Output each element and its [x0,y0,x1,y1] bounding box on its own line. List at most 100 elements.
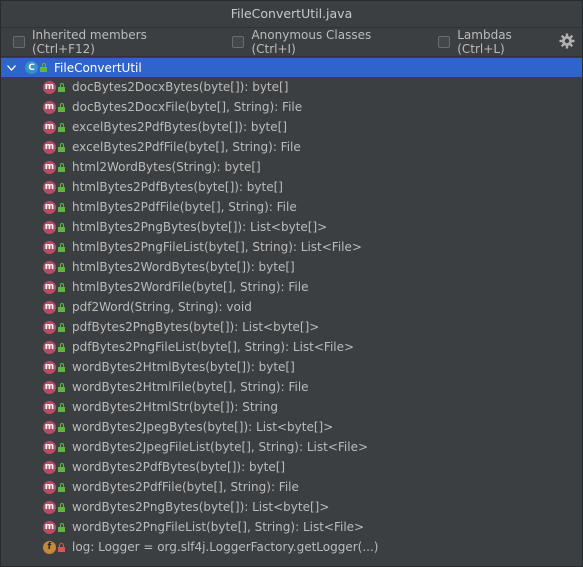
method-icon: m [43,80,56,94]
method-label: wordBytes2PngFileList(byte[], String): L… [72,520,365,534]
method-label: htmlBytes2PngBytes(byte[]): List<byte[]> [72,220,328,234]
root-class-label: FileConvertUtil [54,60,142,75]
lambdas-label: Lambdas (Ctrl+L) [457,28,512,56]
structure-tree: C FileConvertUtil m docBytes2DocxBytes(by… [1,57,582,557]
method-icon: m [43,500,56,514]
method-row[interactable]: m wordBytes2PdfBytes(byte[]): byte[] [1,457,582,477]
lock-closed-icon [58,542,65,552]
lock-open-icon [40,63,47,72]
method-label: docBytes2DocxFile(byte[], String): File [72,100,303,114]
lock-open-icon [58,502,65,512]
lock-open-icon [58,222,65,232]
method-label: htmlBytes2PdfFile(byte[], String): File [72,200,297,214]
file-structure-popup: FileConvertUtil.java Inherited members (… [0,0,583,567]
method-row[interactable]: m wordBytes2JpegFileList(byte[], String):… [1,437,582,457]
method-icon: m [43,440,56,454]
method-icon: m [43,120,56,134]
method-row[interactable]: m docBytes2DocxBytes(byte[]): byte[] [1,77,582,97]
method-row[interactable]: m htmlBytes2PdfBytes(byte[]): byte[] [1,177,582,197]
method-label: wordBytes2JpegBytes(byte[]): List<byte[]… [72,420,334,434]
anonymous-classes-option[interactable]: Anonymous Classes (Ctrl+I) [232,28,419,56]
method-icon: m [43,180,56,194]
class-icon: C [25,61,38,74]
method-label: htmlBytes2PdfBytes(byte[]): byte[] [72,180,283,194]
method-icon: m [43,480,56,494]
anonymous-classes-label: Anonymous Classes (Ctrl+I) [251,28,372,56]
method-label: htmlBytes2PngFileList(byte[], String): L… [72,240,362,254]
method-icon: m [43,240,56,254]
method-row[interactable]: m wordBytes2HtmlFile(byte[], String): Fil… [1,377,582,397]
gear-icon[interactable] [558,32,576,50]
chevron-down-icon[interactable] [7,64,19,71]
lock-open-icon [58,482,65,492]
method-row[interactable]: m htmlBytes2WordBytes(byte[]): byte[] [1,257,582,277]
method-row[interactable]: m wordBytes2PngFileList(byte[], String): … [1,517,582,537]
method-icon: m [43,260,56,274]
field-row[interactable]: f log: Logger = org.slf4j.LoggerFactory.g… [1,537,582,557]
method-icon: m [43,420,56,434]
method-row[interactable]: m excelBytes2PdfBytes(byte[]): byte[] [1,117,582,137]
method-icon: m [43,340,56,354]
method-label: wordBytes2PngBytes(byte[]): List<byte[]> [72,500,330,514]
tree-root-class[interactable]: C FileConvertUtil [1,58,582,77]
lock-open-icon [58,442,65,452]
method-row[interactable]: m excelBytes2PdfFile(byte[], String): Fil… [1,137,582,157]
lock-open-icon [58,522,65,532]
lock-open-icon [58,462,65,472]
method-label: wordBytes2HtmlStr(byte[]): String [72,400,279,414]
method-icon: m [43,140,56,154]
inherited-members-label: Inherited members (Ctrl+F12) [32,28,147,56]
method-row[interactable]: m wordBytes2PdfFile(byte[], String): File [1,477,582,497]
field-label: log: Logger = org.slf4j.LoggerFactory.ge… [72,540,379,554]
inherited-members-checkbox[interactable] [13,36,25,48]
inherited-members-option[interactable]: Inherited members (Ctrl+F12) [13,28,213,56]
lock-open-icon [58,422,65,432]
method-icon: m [43,320,56,334]
method-label: wordBytes2HtmlBytes(byte[]): byte[] [72,360,295,374]
method-row[interactable]: m wordBytes2HtmlBytes(byte[]): byte[] [1,357,582,377]
method-label: htmlBytes2WordFile(byte[], String): File [72,280,309,294]
method-row[interactable]: m wordBytes2HtmlStr(byte[]): String [1,397,582,417]
method-label: html2WordBytes(String): byte[] [72,160,261,174]
lock-open-icon [58,202,65,212]
lock-open-icon [58,242,65,252]
method-icon: m [43,200,56,214]
method-row[interactable]: m pdfBytes2PngBytes(byte[]): List<byte[]> [1,317,582,337]
lock-open-icon [58,282,65,292]
lock-open-icon [58,162,65,172]
method-label: wordBytes2PdfBytes(byte[]): byte[] [72,460,286,474]
options-bar: Inherited members (Ctrl+F12) Anonymous C… [1,28,582,57]
lock-open-icon [58,262,65,272]
method-icon: m [43,300,56,314]
method-label: pdf2Word(String, String): void [72,300,252,314]
anonymous-classes-checkbox[interactable] [232,36,245,48]
method-label: wordBytes2HtmlFile(byte[], String): File [72,380,309,394]
lambdas-checkbox[interactable] [438,36,451,48]
lambdas-option[interactable]: Lambdas (Ctrl+L) [438,28,563,56]
method-icon: m [43,280,56,294]
lock-open-icon [58,362,65,372]
method-icon: m [43,400,56,414]
method-icon: m [43,380,56,394]
lock-open-icon [58,382,65,392]
method-label: excelBytes2PdfBytes(byte[]): byte[] [72,120,287,134]
method-icon: m [43,520,56,534]
method-row[interactable]: m htmlBytes2PngFileList(byte[], String): … [1,237,582,257]
member-list: m docBytes2DocxBytes(byte[]): byte[] m docB… [1,77,582,557]
method-icon: m [43,360,56,374]
method-label: excelBytes2PdfFile(byte[], String): File [72,140,301,154]
method-row[interactable]: m htmlBytes2PdfFile(byte[], String): File [1,197,582,217]
method-row[interactable]: m pdf2Word(String, String): void [1,297,582,317]
method-row[interactable]: m htmlBytes2PngBytes(byte[]): List<byte[]… [1,217,582,237]
method-icon: m [43,100,56,114]
method-row[interactable]: m wordBytes2PngBytes(byte[]): List<byte[]… [1,497,582,517]
method-row[interactable]: m htmlBytes2WordFile(byte[], String): Fil… [1,277,582,297]
lock-open-icon [58,182,65,192]
method-row[interactable]: m docBytes2DocxFile(byte[], String): File [1,97,582,117]
method-icon: m [43,220,56,234]
method-row[interactable]: m pdfBytes2PngFileList(byte[], String): L… [1,337,582,357]
popup-title: FileConvertUtil.java [1,1,582,28]
lock-open-icon [58,342,65,352]
method-row[interactable]: m wordBytes2JpegBytes(byte[]): List<byte[… [1,417,582,437]
method-row[interactable]: m html2WordBytes(String): byte[] [1,157,582,177]
